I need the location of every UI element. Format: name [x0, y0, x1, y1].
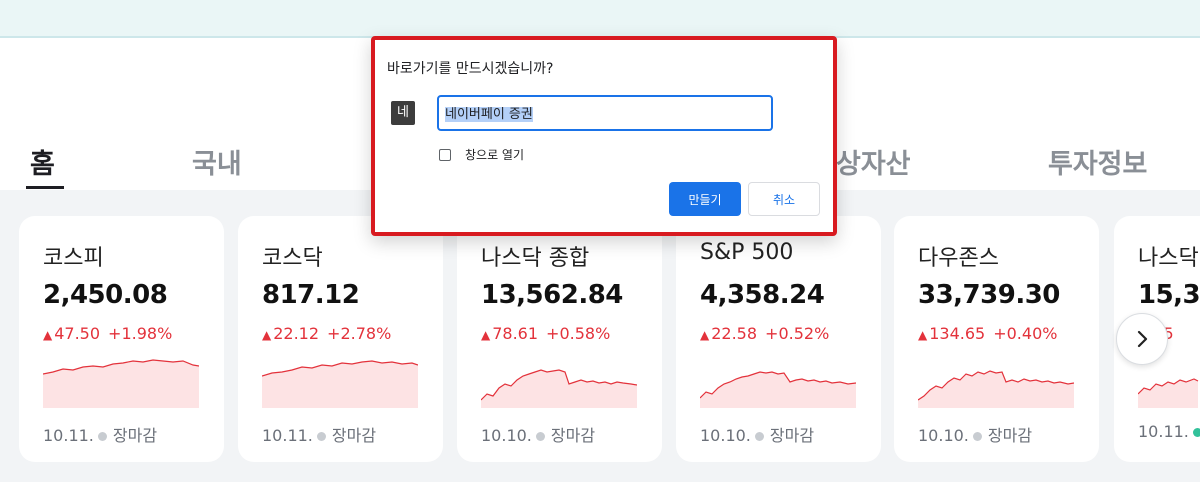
index-name: 나스닥 종합 — [481, 246, 590, 271]
change-percent: +2.78% — [327, 324, 392, 343]
change-value: 78.61 — [492, 324, 539, 343]
change-percent: +0.52% — [765, 324, 830, 343]
index-name: 코스닥 — [262, 246, 323, 271]
tab-domestic[interactable]: 국내 — [192, 142, 242, 181]
open-as-window-checkbox[interactable] — [439, 148, 451, 161]
change-percent: +1.98% — [108, 324, 173, 343]
index-change: ▲ 134.65 +0.40% — [918, 324, 1057, 343]
status-dot — [754, 431, 764, 441]
active-tab-underline — [26, 186, 64, 189]
cancel-button[interactable]: 취소 — [748, 182, 820, 216]
index-name: 코스피 — [43, 246, 104, 271]
site-favicon-icon: 네 — [391, 101, 415, 125]
index-change: ▲ 22.58 +0.52% — [700, 324, 829, 343]
market-status: 장마감 — [550, 426, 596, 445]
create-shortcut-dialog: 바로가기를 만드시겠습니까? 네 네이버페이 증권 창으로 열기 만들기 취소 — [371, 36, 837, 236]
index-change: ▲ 78.61 +0.58% — [481, 324, 610, 343]
sparkline-chart — [918, 370, 1074, 408]
status-dot — [316, 431, 326, 441]
index-change: ▲ 22.12 +2.78% — [262, 324, 391, 343]
index-card-kospi[interactable]: 코스피 2,450.08 ▲ 47.50 +1.98% 10.11. 장마감 — [19, 216, 224, 462]
market-status: 장마감 — [112, 426, 158, 445]
triangle-up-icon: ▲ — [43, 328, 53, 342]
triangle-up-icon: ▲ — [262, 328, 272, 342]
status-dot — [1192, 427, 1200, 437]
change-percent: +0.40% — [993, 324, 1058, 343]
index-price: 2,450.08 — [43, 280, 168, 310]
change-percent: +0.58% — [546, 324, 611, 343]
index-name: 다우존스 — [918, 246, 999, 271]
dialog-title: 바로가기를 만드시겠습니까? — [387, 61, 554, 77]
index-name: S&P 500 — [700, 240, 794, 265]
tab-crypto[interactable]: 상자산 — [836, 142, 911, 181]
status-dot — [535, 431, 545, 441]
chevron-right-icon — [1137, 330, 1148, 348]
shortcut-name-value: 네이버페이 증권 — [445, 107, 533, 122]
market-status: 장마감 — [769, 426, 815, 445]
index-card-sp500[interactable]: S&P 500 4,358.24 ▲ 22.58 +0.52% 10.10. 장마감 — [676, 216, 881, 462]
index-price: 13,562.84 — [481, 280, 623, 310]
tab-home[interactable]: 홈 — [30, 142, 55, 181]
index-footer: 10.11. 장마감 — [262, 422, 376, 446]
index-price: 4,358.24 — [700, 280, 825, 310]
status-dot — [972, 431, 982, 441]
browser-top-bar — [0, 0, 1200, 38]
index-card-nasdaq-composite[interactable]: 나스닥 종합 13,562.84 ▲ 78.61 +0.58% 10.10. 장마감 — [457, 216, 662, 462]
open-as-window-option[interactable]: 창으로 열기 — [439, 146, 524, 163]
next-cards-button[interactable] — [1116, 313, 1168, 365]
index-name: 나스닥 — [1138, 246, 1199, 271]
market-status: 장마감 — [331, 426, 377, 445]
index-card-kosdaq[interactable]: 코스닥 817.12 ▲ 22.12 +2.78% 10.11. 장마감 — [238, 216, 443, 462]
index-footer: 10.10. 장마감 — [481, 422, 595, 446]
change-value: 47.50 — [54, 324, 101, 343]
tab-investment-info[interactable]: 투자정보 — [1048, 142, 1147, 181]
sparkline-chart — [481, 369, 637, 408]
shortcut-name-input[interactable]: 네이버페이 증권 — [437, 95, 773, 131]
triangle-up-icon: ▲ — [481, 328, 491, 342]
index-footer: 10.10. 장마감 — [918, 422, 1032, 446]
index-date: 10.10. — [481, 426, 532, 445]
status-dot — [97, 431, 107, 441]
index-price: 15,3 — [1138, 280, 1200, 310]
sparkline-chart — [43, 359, 199, 408]
change-value: 22.58 — [711, 324, 758, 343]
index-change: ▲ 47.50 +1.98% — [43, 324, 172, 343]
index-price: 33,739.30 — [918, 280, 1060, 310]
index-footer: 10.11. 장마감 — [43, 422, 157, 446]
index-date: 10.11. — [262, 426, 313, 445]
index-date: 10.11. — [43, 426, 94, 445]
sparkline-chart — [700, 371, 856, 408]
index-date: 10.10. — [700, 426, 751, 445]
index-footer: 10.10. 장마감 — [700, 422, 814, 446]
sparkline-chart — [262, 360, 418, 408]
index-footer: 10.11. — [1138, 422, 1200, 441]
market-status: 장마감 — [987, 426, 1033, 445]
triangle-up-icon: ▲ — [700, 328, 710, 342]
change-value: 134.65 — [929, 324, 986, 343]
checkbox-label: 창으로 열기 — [465, 148, 525, 162]
change-value: 22.12 — [273, 324, 320, 343]
triangle-up-icon: ▲ — [918, 328, 928, 342]
index-date: 10.10. — [918, 426, 969, 445]
index-card-dow-jones[interactable]: 다우존스 33,739.30 ▲ 134.65 +0.40% 10.10. 장마감 — [894, 216, 1099, 462]
create-button[interactable]: 만들기 — [669, 182, 741, 216]
index-date: 10.11. — [1138, 422, 1189, 441]
index-price: 817.12 — [262, 280, 360, 310]
